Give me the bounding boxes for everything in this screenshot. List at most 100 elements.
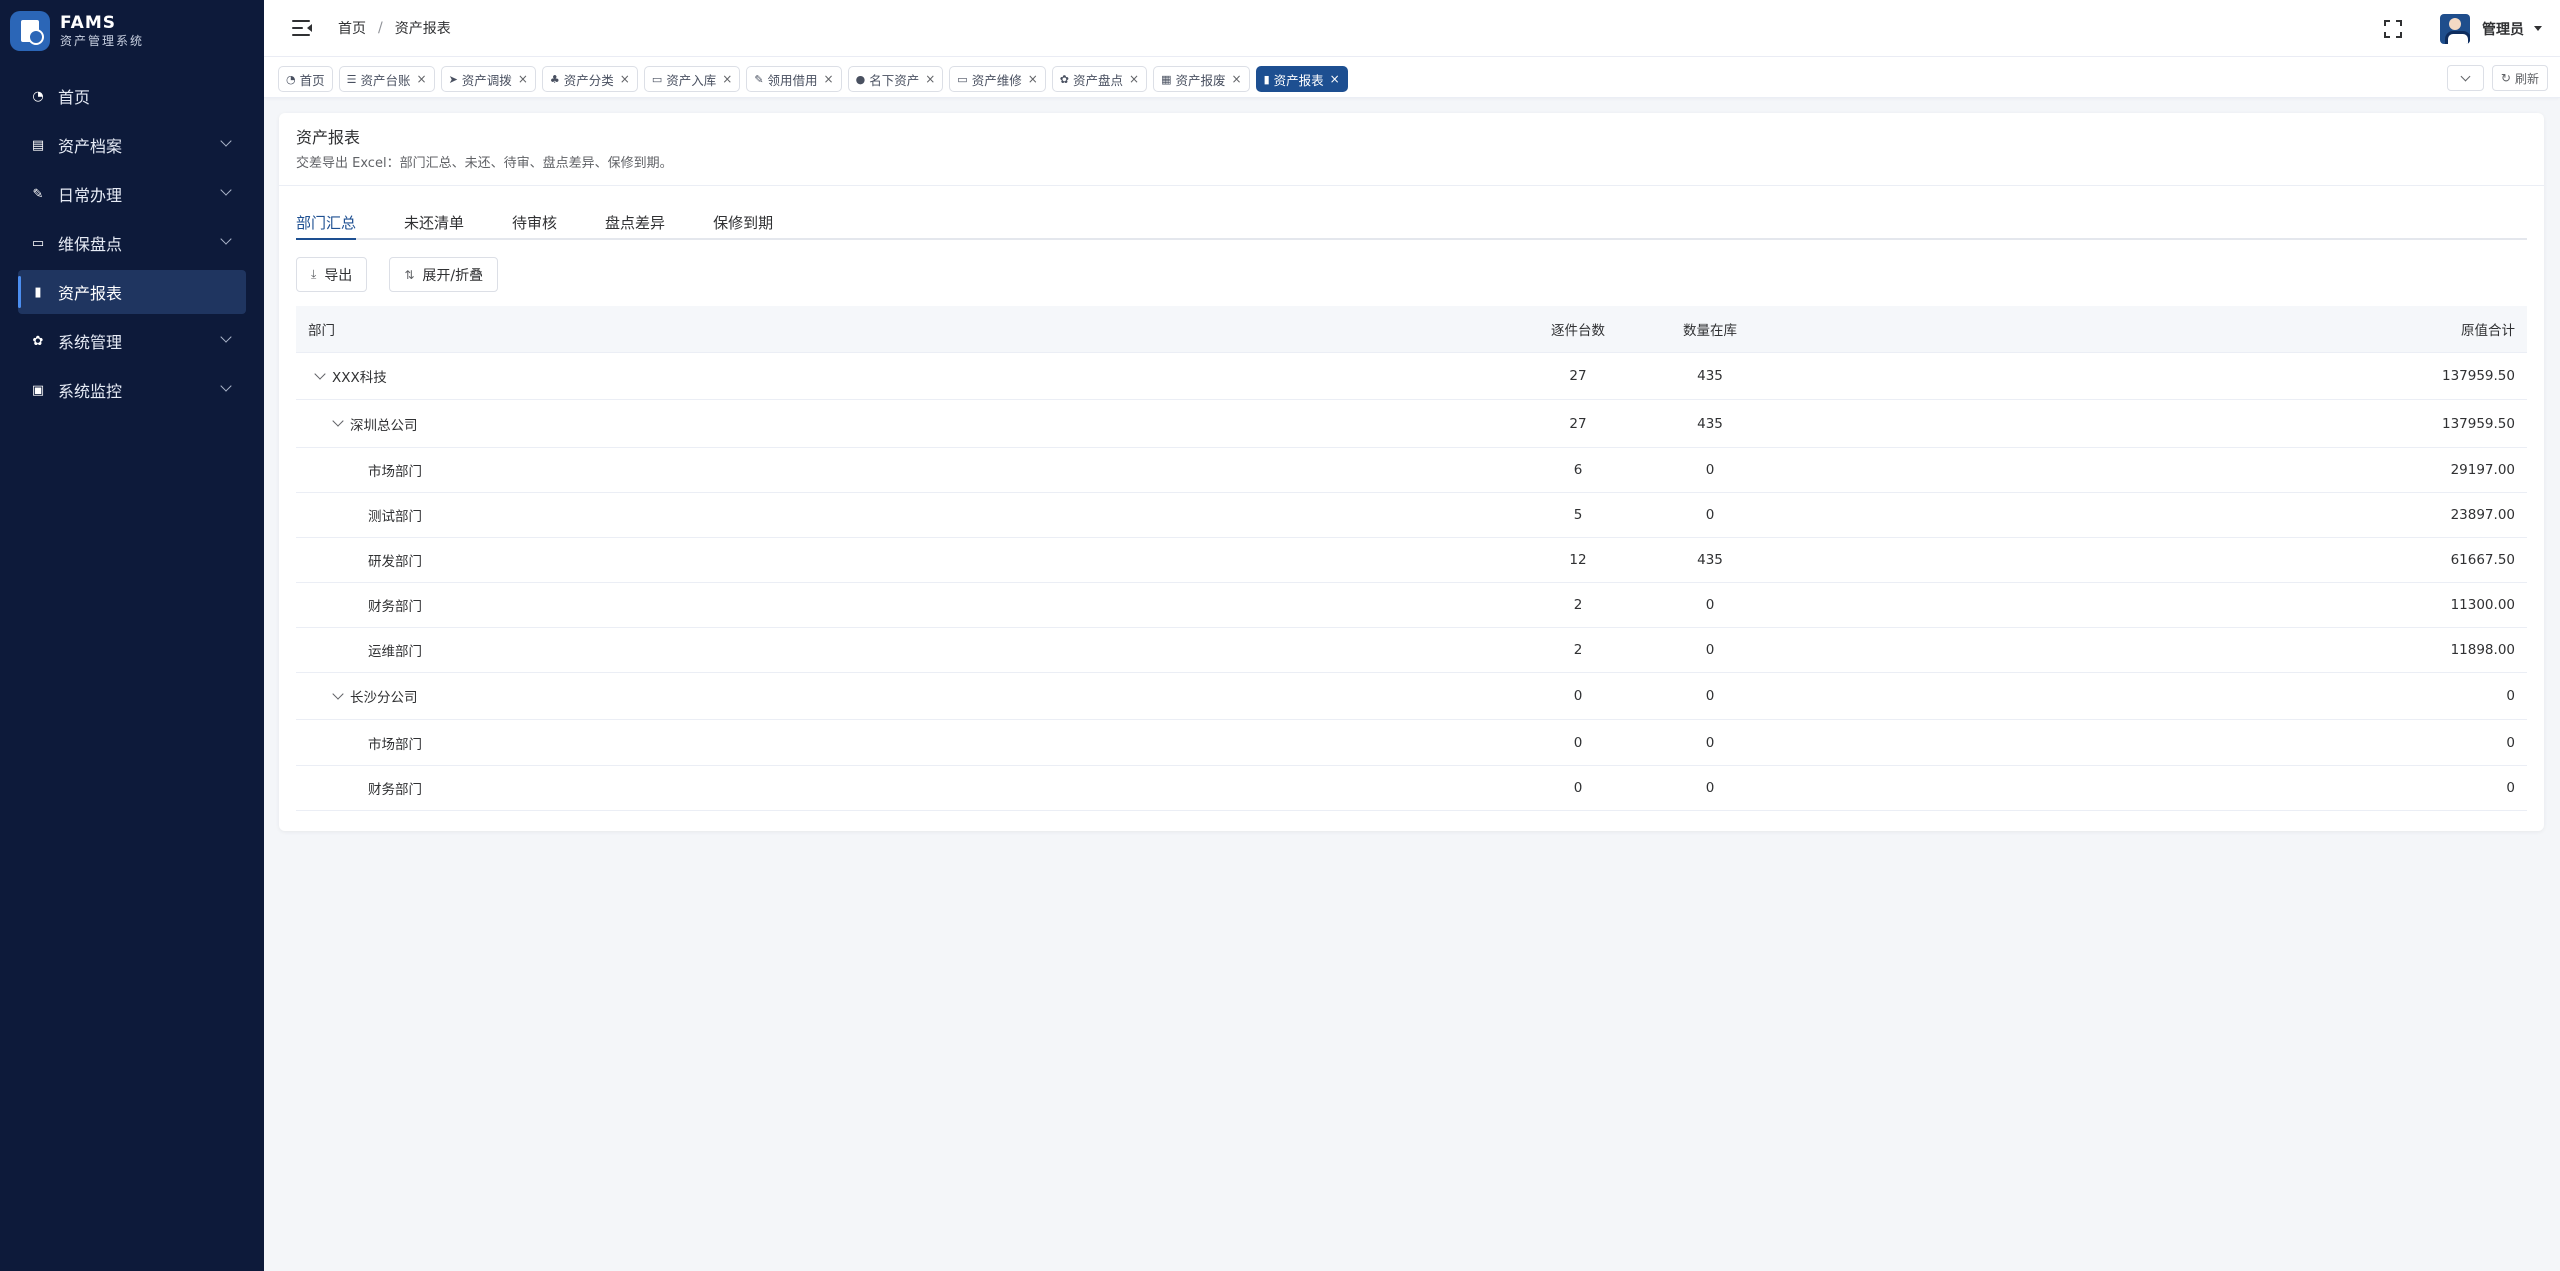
tag-asset-inventory[interactable]: ✿ 资产盘点 × bbox=[1051, 66, 1148, 92]
gear-icon: ✿ bbox=[1059, 72, 1069, 86]
tag-asset-ledger[interactable]: ☰ 资产台账 × bbox=[338, 66, 435, 92]
page-title: 资产报表 bbox=[296, 128, 361, 147]
close-icon[interactable]: × bbox=[1232, 72, 1242, 86]
table-row[interactable]: 财务部门 0 0 0 bbox=[296, 766, 2527, 811]
close-icon[interactable]: × bbox=[1330, 72, 1340, 86]
tag-label: 资产调拨 bbox=[461, 72, 512, 88]
tag-label: 领用借用 bbox=[767, 72, 818, 88]
cell-qty: 0 bbox=[1705, 734, 1715, 751]
box-icon: ▭ bbox=[957, 72, 968, 86]
dashboard-icon: ◔ bbox=[286, 72, 296, 86]
tag-asset-scrap[interactable]: ▦ 资产报废 × bbox=[1153, 66, 1250, 92]
sidebar-item-system[interactable]: ✿ 系统管理 bbox=[18, 319, 246, 363]
cell-qty: 0 bbox=[1705, 688, 1715, 704]
sidebar-item-label: 首页 bbox=[58, 88, 91, 107]
chevron-down-icon[interactable] bbox=[332, 687, 344, 700]
close-icon[interactable]: × bbox=[620, 72, 630, 86]
cell-count: 5 bbox=[1573, 507, 1583, 523]
tag-label: 资产维修 bbox=[971, 72, 1022, 88]
col-header-dept: 部门 bbox=[308, 323, 335, 339]
sidebar-item-reports[interactable]: ▮ 资产报表 bbox=[18, 270, 246, 314]
col-header-value: 原值合计 bbox=[2461, 323, 2515, 339]
tab-unreturned[interactable]: 未还清单 bbox=[404, 208, 464, 238]
table-row[interactable]: 运维部门 2 0 11898.00 bbox=[296, 628, 2527, 673]
sidebar-item-home[interactable]: ◔ 首页 bbox=[18, 74, 246, 118]
tab-pending-review[interactable]: 待审核 bbox=[512, 208, 557, 238]
tags-more-button[interactable] bbox=[2446, 65, 2484, 91]
export-button[interactable]: ⤓ 导出 bbox=[296, 257, 368, 292]
table-row[interactable]: 研发部门 12 435 61667.50 bbox=[296, 538, 2527, 583]
table-row[interactable]: 市场部门 0 0 0 bbox=[296, 720, 2527, 766]
tab-warranty-expiry[interactable]: 保修到期 bbox=[713, 208, 773, 238]
sidebar-item-monitor[interactable]: ▣ 系统监控 bbox=[18, 368, 246, 412]
table-row[interactable]: 市场部门 6 0 29197.00 bbox=[296, 448, 2527, 493]
refresh-label: 刷新 bbox=[2514, 71, 2539, 86]
cell-count: 0 bbox=[1573, 734, 1583, 751]
tags-list: ◔ 首页 ☰ 资产台账 × ➤ 资产调拨 × ♣ 资产分类 × ▭ 资产入库 ×… bbox=[278, 66, 1354, 92]
export-label: 导出 bbox=[324, 267, 353, 284]
close-icon[interactable]: × bbox=[722, 72, 732, 86]
cell-dept: 市场部门 bbox=[368, 736, 422, 753]
table-row[interactable]: 长沙分公司 0 0 0 bbox=[296, 673, 2527, 720]
cell-dept: XXX科技 bbox=[332, 370, 387, 386]
download-icon: ⤓ bbox=[311, 267, 317, 281]
cell-dept: 市场部门 bbox=[368, 464, 422, 480]
tag-asset-transfer[interactable]: ➤ 资产调拨 × bbox=[440, 66, 536, 92]
edit-icon: ✎ bbox=[754, 72, 764, 86]
col-header-qty: 数量在库 bbox=[1683, 323, 1737, 339]
tab-inventory-diff[interactable]: 盘点差异 bbox=[605, 208, 665, 238]
chart-icon: ▮ bbox=[1263, 72, 1270, 86]
tag-my-assets[interactable]: ● 名下资产 × bbox=[847, 66, 944, 92]
sidebar-item-label: 日常办理 bbox=[58, 186, 123, 205]
tab-dept-summary[interactable]: 部门汇总 bbox=[296, 208, 357, 240]
chevron-down-icon[interactable] bbox=[332, 415, 344, 427]
tag-label: 资产入库 bbox=[666, 72, 717, 88]
sidebar-item-daily[interactable]: ✎ 日常办理 bbox=[18, 172, 246, 216]
cell-value: 11898.00 bbox=[2450, 642, 2515, 658]
chevron-down-icon[interactable] bbox=[314, 367, 326, 380]
tag-label: 资产分类 bbox=[563, 72, 614, 88]
user-menu[interactable]: 管理员 bbox=[2440, 13, 2542, 44]
menu-toggle-icon[interactable] bbox=[292, 20, 312, 36]
chevron-down-icon bbox=[220, 233, 232, 245]
cell-dept: 测试部门 bbox=[368, 509, 422, 525]
sidebar-item-asset-archive[interactable]: ▤ 资产档案 bbox=[18, 123, 246, 167]
tag-borrow[interactable]: ✎ 领用借用 × bbox=[746, 66, 842, 92]
tag-home[interactable]: ◔ 首页 bbox=[278, 66, 333, 92]
cell-qty: 0 bbox=[1705, 642, 1715, 658]
table-row[interactable]: 深圳总公司 27 435 137959.50 bbox=[296, 400, 2527, 448]
cell-value: 23897.00 bbox=[2450, 507, 2515, 523]
refresh-button[interactable]: ↻ 刷新 bbox=[2491, 65, 2548, 91]
close-icon[interactable]: × bbox=[1028, 72, 1038, 86]
close-icon[interactable]: × bbox=[925, 72, 935, 86]
table-row[interactable]: 测试部门 5 0 23897.00 bbox=[296, 493, 2527, 538]
close-icon[interactable]: × bbox=[518, 72, 528, 86]
cell-qty: 435 bbox=[1697, 415, 1723, 432]
tag-asset-inbound[interactable]: ▭ 资产入库 × bbox=[643, 66, 741, 92]
close-icon[interactable]: × bbox=[417, 72, 427, 86]
refresh-icon: ↻ bbox=[2500, 71, 2511, 85]
tag-asset-report[interactable]: ▮ 资产报表 × bbox=[1255, 66, 1348, 92]
cell-count: 0 bbox=[1573, 780, 1583, 796]
expand-label: 展开/折叠 bbox=[422, 267, 484, 284]
cell-value: 61667.50 bbox=[2450, 552, 2515, 568]
brand[interactable]: FAMS 资产管理系统 bbox=[0, 0, 264, 62]
card-header: 资产报表 交差导出 Excel：部门汇总、未还、待审、盘点差异、保修到期。 bbox=[279, 113, 2544, 186]
breadcrumb-home[interactable]: 首页 bbox=[338, 18, 366, 38]
close-icon[interactable]: × bbox=[824, 72, 834, 86]
chart-icon: ▮ bbox=[34, 284, 42, 300]
tag-asset-repair[interactable]: ▭ 资产维修 × bbox=[949, 66, 1046, 92]
expand-collapse-button[interactable]: ⇅ 展开/折叠 bbox=[389, 257, 499, 292]
table-row[interactable]: 财务部门 2 0 11300.00 bbox=[296, 583, 2527, 628]
tag-asset-category[interactable]: ♣ 资产分类 × bbox=[541, 66, 638, 92]
cell-count: 27 bbox=[1569, 368, 1587, 384]
table-row[interactable]: XXX科技 27 435 137959.50 bbox=[296, 353, 2527, 400]
close-icon[interactable]: × bbox=[1129, 72, 1139, 86]
sidebar-menu: ◔ 首页 ▤ 资产档案 ✎ 日常办理 ▭ 维保盘点 ▮ 资产报表 ✿ 系统管理 bbox=[0, 74, 264, 412]
cell-dept: 长沙分公司 bbox=[350, 690, 418, 706]
user-name: 管理员 bbox=[2482, 21, 2524, 38]
sidebar-item-maintenance[interactable]: ▭ 维保盘点 bbox=[18, 221, 246, 265]
fullscreen-icon[interactable] bbox=[2384, 19, 2402, 38]
tag-label: 资产台账 bbox=[360, 72, 411, 88]
box-icon: ▭ bbox=[31, 235, 45, 251]
